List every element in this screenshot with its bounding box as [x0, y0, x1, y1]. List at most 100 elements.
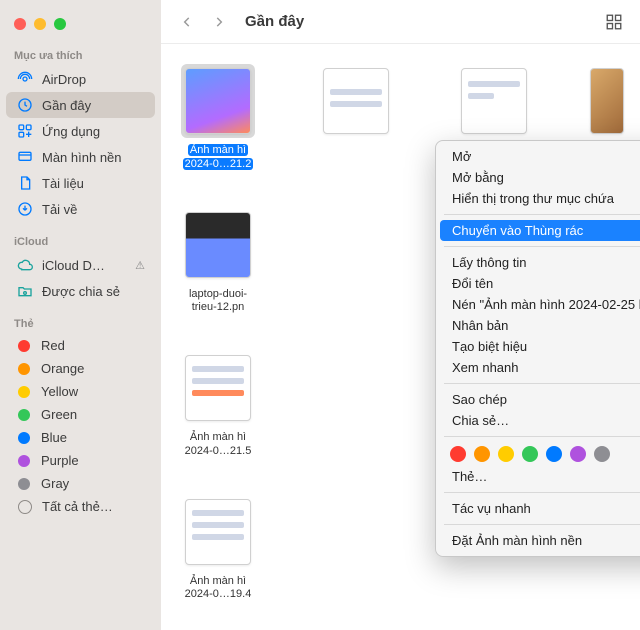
menu-separator	[444, 383, 640, 384]
tag-color-gray[interactable]	[594, 446, 610, 462]
sidebar-item-label: Purple	[41, 453, 79, 468]
sidebar-item-airdrop[interactable]: AirDrop	[6, 66, 155, 92]
menu-show-enclosing[interactable]: Hiển thị trong thư mục chứa	[436, 188, 640, 209]
sidebar-item-label: Gần đây	[42, 98, 91, 113]
sidebar-item-label: Red	[41, 338, 65, 353]
all-tags-icon	[18, 500, 32, 514]
favorites-header: Mục ưa thích	[0, 44, 161, 66]
sidebar-all-tags[interactable]: Tất cả thẻ…	[6, 495, 155, 518]
menu-separator	[444, 214, 640, 215]
tag-color-red[interactable]	[450, 446, 466, 462]
menu-separator	[444, 246, 640, 247]
main-area: Gần đây Ảnh màn hì2024-0…21.2 laptop-du	[161, 0, 640, 630]
menu-quicklook[interactable]: Xem nhanh	[436, 357, 640, 378]
sidebar-tag-gray[interactable]: Gray	[6, 472, 155, 495]
document-icon	[16, 174, 34, 192]
tag-color-purple[interactable]	[570, 446, 586, 462]
menu-copy[interactable]: Sao chép	[436, 389, 640, 410]
minimize-window-button[interactable]	[34, 18, 46, 30]
file-thumbnail	[181, 208, 255, 282]
sidebar: Mục ưa thích AirDrop Gần đây Ứng dụng Mà…	[0, 0, 161, 630]
sidebar-tag-yellow[interactable]: Yellow	[6, 380, 155, 403]
file-thumbnail	[319, 64, 393, 138]
back-button[interactable]	[173, 8, 201, 36]
menu-make-alias[interactable]: Tạo biệt hiệu	[436, 336, 640, 357]
menu-separator	[444, 524, 640, 525]
finder-window: Mục ưa thích AirDrop Gần đây Ứng dụng Mà…	[0, 0, 640, 630]
sidebar-item-shared[interactable]: Được chia sẻ	[6, 278, 155, 304]
menu-share[interactable]: Chia sẻ…	[436, 410, 640, 431]
view-mode-button[interactable]	[600, 8, 628, 36]
desktop-icon	[16, 148, 34, 166]
file-item[interactable]: Ảnh màn hì2024-0…19.4	[173, 495, 263, 603]
sidebar-item-documents[interactable]: Tài liệu	[6, 170, 155, 196]
apps-icon	[16, 122, 34, 140]
shared-folder-icon	[16, 282, 34, 300]
menu-separator	[444, 436, 640, 437]
tag-dot-icon	[18, 409, 30, 421]
sidebar-tag-blue[interactable]: Blue	[6, 426, 155, 449]
file-item[interactable]: Ảnh màn hì2024-0…21.5	[173, 351, 263, 459]
close-window-button[interactable]	[14, 18, 26, 30]
sidebar-item-icloud-drive[interactable]: iCloud D… ⚠︎	[6, 252, 155, 278]
sidebar-item-label: Tài liệu	[42, 176, 84, 191]
cloud-icon	[16, 256, 34, 274]
sidebar-item-applications[interactable]: Ứng dụng	[6, 118, 155, 144]
zoom-window-button[interactable]	[54, 18, 66, 30]
sidebar-item-recents[interactable]: Gần đây	[6, 92, 155, 118]
menu-duplicate[interactable]: Nhân bản	[436, 315, 640, 336]
menu-open-with[interactable]: Mở bằng›	[436, 167, 640, 188]
tag-dot-icon	[18, 478, 30, 490]
file-item[interactable]: Ảnh màn hì2024-0…21.2	[173, 64, 263, 172]
tag-color-blue[interactable]	[546, 446, 562, 462]
sidebar-tag-purple[interactable]: Purple	[6, 449, 155, 472]
sidebar-item-label: Màn hình nền	[42, 150, 122, 165]
tag-dot-icon	[18, 363, 30, 375]
menu-open[interactable]: Mở	[436, 146, 640, 167]
sidebar-item-downloads[interactable]: Tải về	[6, 196, 155, 222]
sidebar-item-desktop[interactable]: Màn hình nền	[6, 144, 155, 170]
file-item[interactable]: laptop-duoi-trieu-12.pn	[173, 208, 263, 316]
tag-dot-icon	[18, 386, 30, 398]
sidebar-item-label: Được chia sẻ	[42, 284, 120, 299]
file-thumbnail	[181, 495, 255, 569]
airdrop-icon	[16, 70, 34, 88]
sidebar-item-label: Yellow	[41, 384, 78, 399]
sidebar-item-label: Green	[41, 407, 77, 422]
menu-compress[interactable]: Nén "Ảnh màn hình 2024-02-25 lúc 21.23.0…	[436, 294, 640, 315]
menu-quick-actions[interactable]: Tác vụ nhanh›	[436, 498, 640, 519]
warning-icon: ⚠︎	[135, 259, 145, 272]
sidebar-tag-red[interactable]: Red	[6, 334, 155, 357]
menu-move-to-trash[interactable]: Chuyển vào Thùng rác	[440, 220, 640, 241]
menu-tags[interactable]: Thẻ…	[436, 466, 640, 487]
menu-get-info[interactable]: Lấy thông tin	[436, 252, 640, 273]
download-icon	[16, 200, 34, 218]
toolbar: Gần đây	[161, 0, 640, 44]
file-thumbnail	[181, 351, 255, 425]
tag-color-yellow[interactable]	[498, 446, 514, 462]
icloud-header: iCloud	[0, 230, 161, 252]
file-caption: Ảnh màn hì2024-0…19.4	[185, 575, 252, 603]
sidebar-item-label: Tải về	[42, 202, 77, 217]
file-thumbnail	[587, 64, 627, 138]
sidebar-item-label: Ứng dụng	[42, 124, 100, 139]
file-caption: laptop-duoi-trieu-12.pn	[189, 288, 247, 316]
menu-rename[interactable]: Đổi tên	[436, 273, 640, 294]
file-item[interactable]	[311, 64, 401, 172]
file-caption: Ảnh màn hì2024-0…21.5	[185, 431, 252, 459]
sidebar-tag-green[interactable]: Green	[6, 403, 155, 426]
sidebar-item-label: AirDrop	[42, 72, 86, 87]
menu-separator	[444, 492, 640, 493]
tag-color-green[interactable]	[522, 446, 538, 462]
sidebar-tag-orange[interactable]: Orange	[6, 357, 155, 380]
tag-color-orange[interactable]	[474, 446, 490, 462]
forward-button[interactable]	[205, 8, 233, 36]
sidebar-item-label: iCloud D…	[42, 258, 105, 273]
menu-set-wallpaper[interactable]: Đặt Ảnh màn hình nền	[436, 530, 640, 551]
window-title: Gần đây	[245, 13, 304, 30]
window-controls	[0, 8, 161, 44]
file-thumbnail	[457, 64, 531, 138]
sidebar-item-label: Tất cả thẻ…	[42, 499, 113, 514]
context-menu: Mở Mở bằng› Hiển thị trong thư mục chứa …	[435, 140, 640, 557]
file-caption: Ảnh màn hì2024-0…21.2	[183, 144, 254, 172]
